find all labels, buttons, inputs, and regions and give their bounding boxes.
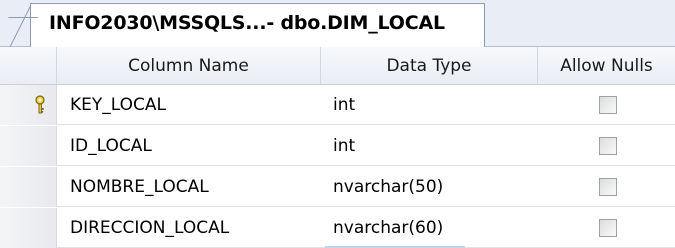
table-row[interactable]: ID_LOCAL int bbox=[0, 126, 675, 166]
column-name-cell[interactable]: KEY_LOCAL bbox=[70, 85, 320, 125]
row-selector-header bbox=[0, 47, 57, 85]
allow-nulls-checkbox[interactable] bbox=[599, 219, 617, 237]
column-name-cell[interactable]: DIRECCION_LOCAL bbox=[70, 208, 320, 248]
allow-nulls-checkbox[interactable] bbox=[599, 178, 617, 196]
data-type-cell[interactable]: int bbox=[333, 126, 538, 166]
row-selector[interactable] bbox=[0, 126, 57, 166]
allow-nulls-cell bbox=[538, 167, 675, 207]
table-row[interactable]: DIRECCION_LOCAL nvarchar(60) bbox=[0, 208, 675, 248]
row-selector[interactable] bbox=[0, 167, 57, 207]
row-selector[interactable] bbox=[0, 208, 57, 248]
tab-title: INFO2030\MSSQLS...- dbo.DIM_LOCAL bbox=[49, 12, 445, 34]
data-type-cell[interactable]: nvarchar(50) bbox=[333, 167, 538, 207]
data-type-cell[interactable]: int bbox=[333, 85, 538, 125]
allow-nulls-cell bbox=[538, 126, 675, 166]
document-tab[interactable]: INFO2030\MSSQLS...- dbo.DIM_LOCAL bbox=[30, 3, 485, 48]
column-name-cell[interactable]: NOMBRE_LOCAL bbox=[70, 167, 320, 207]
column-name-cell[interactable]: ID_LOCAL bbox=[70, 126, 320, 166]
allow-nulls-checkbox[interactable] bbox=[599, 96, 617, 114]
allow-nulls-cell bbox=[538, 208, 675, 248]
data-type-header[interactable]: Data Type bbox=[321, 47, 538, 85]
column-name-header[interactable]: Column Name bbox=[57, 47, 321, 85]
document-tab-strip: INFO2030\MSSQLS...- dbo.DIM_LOCAL bbox=[0, 0, 675, 48]
grid-header: Column Name Data Type Allow Nulls bbox=[0, 47, 675, 85]
table-row[interactable]: NOMBRE_LOCAL nvarchar(50) bbox=[0, 167, 675, 207]
table-row[interactable]: KEY_LOCAL int bbox=[0, 85, 675, 125]
row-selector[interactable] bbox=[0, 85, 57, 125]
data-type-cell[interactable]: nvarchar(60) bbox=[333, 208, 538, 248]
key-icon bbox=[35, 95, 45, 114]
allow-nulls-checkbox[interactable] bbox=[599, 137, 617, 155]
allow-nulls-header[interactable]: Allow Nulls bbox=[538, 47, 675, 85]
allow-nulls-cell bbox=[538, 85, 675, 125]
